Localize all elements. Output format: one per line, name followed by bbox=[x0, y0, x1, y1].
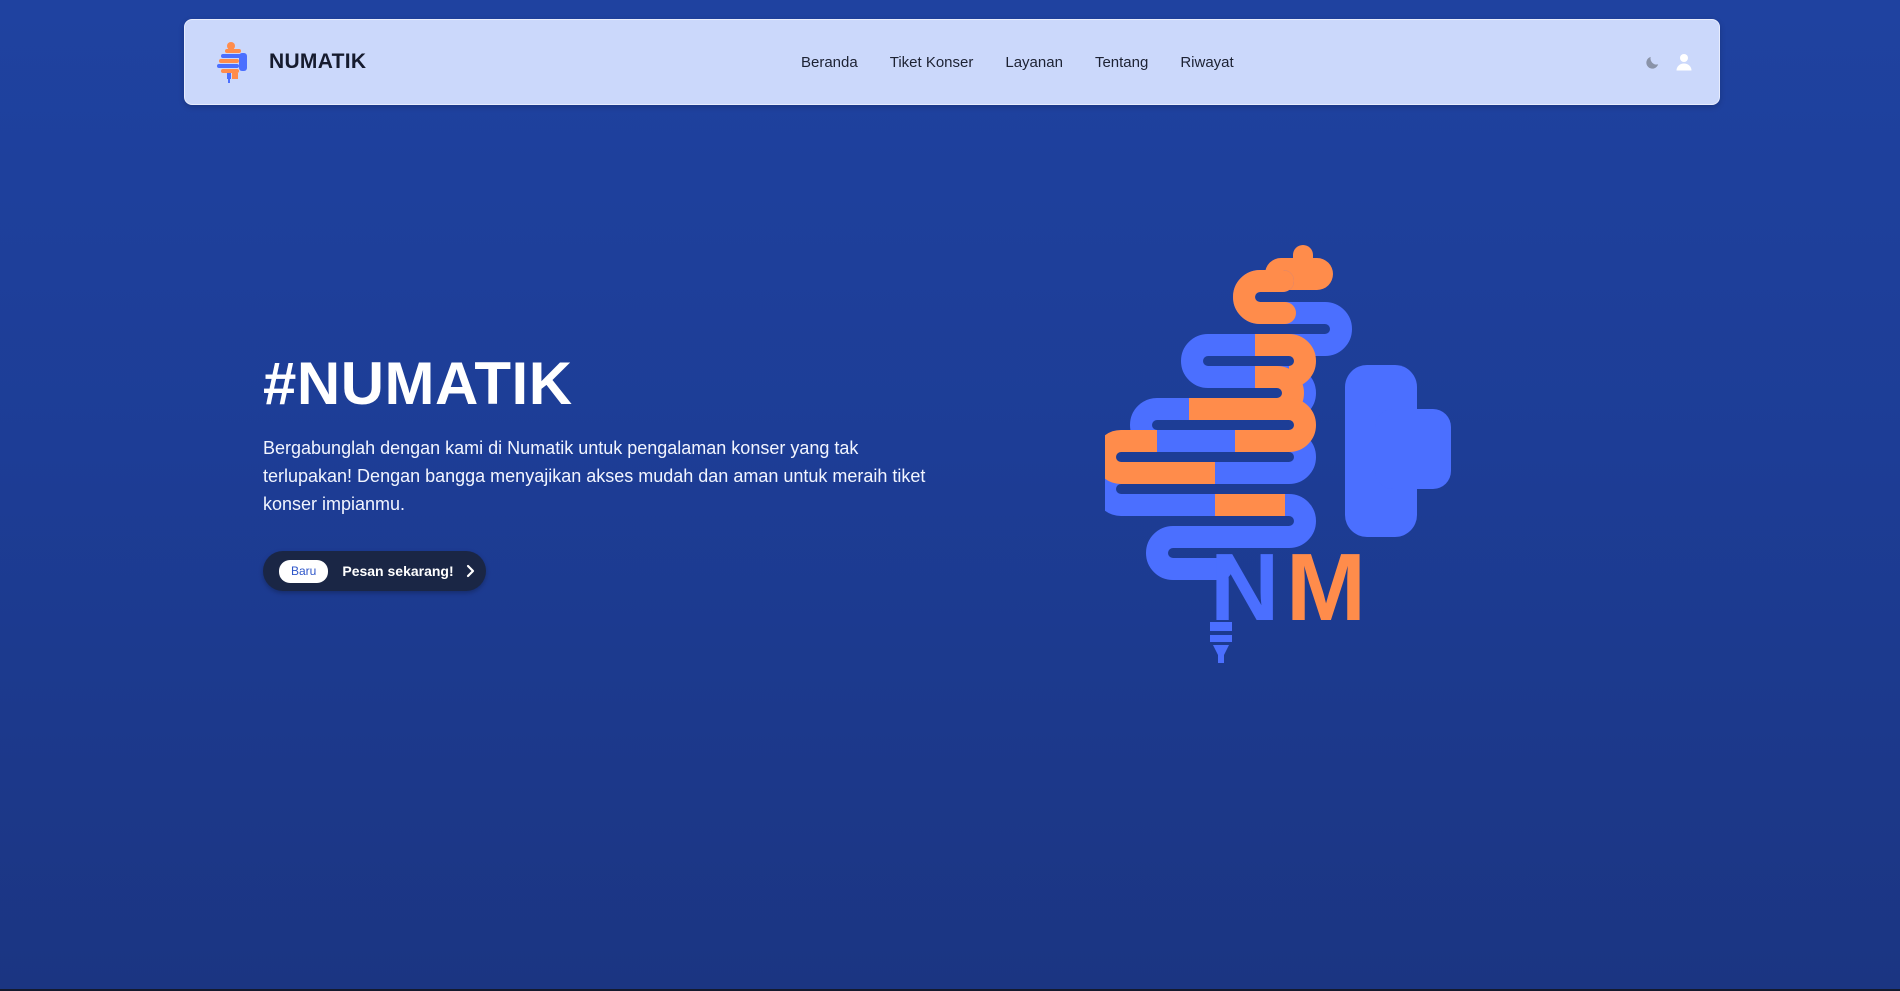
top-navbar: NUMATIK Beranda Tiket Konser Layanan Ten… bbox=[184, 19, 1720, 105]
order-now-label: Pesan sekarang! bbox=[342, 563, 454, 579]
nav-link-riwayat[interactable]: Riwayat bbox=[1180, 54, 1233, 71]
nav-actions bbox=[1643, 20, 1693, 104]
nav-link-tiket-konser[interactable]: Tiket Konser bbox=[890, 54, 974, 71]
brand-name: NUMATIK bbox=[269, 50, 367, 73]
moon-icon bbox=[1645, 56, 1658, 69]
chevron-right-icon bbox=[466, 564, 474, 578]
main-nav: Beranda Tiket Konser Layanan Tentang Riw… bbox=[801, 20, 1234, 104]
new-badge: Baru bbox=[279, 559, 329, 583]
numatik-logo-icon bbox=[217, 42, 247, 83]
user-icon bbox=[1676, 54, 1692, 71]
nav-link-layanan[interactable]: Layanan bbox=[1005, 54, 1063, 71]
svg-text:M: M bbox=[1286, 534, 1366, 641]
order-now-button[interactable]: Baru Pesan sekarang! bbox=[263, 551, 486, 591]
theme-toggle-button[interactable] bbox=[1643, 53, 1661, 71]
nav-link-tentang[interactable]: Tentang bbox=[1095, 54, 1148, 71]
hero-description: Bergabunglah dengan kami di Numatik untu… bbox=[263, 438, 926, 514]
nav-link-beranda[interactable]: Beranda bbox=[801, 54, 858, 71]
brand[interactable]: NUMATIK bbox=[213, 40, 366, 84]
hero-title: #NUMATIK bbox=[263, 350, 573, 417]
numatik-mascot-illustration: N M bbox=[1105, 245, 1451, 663]
user-account-button[interactable] bbox=[1675, 53, 1693, 71]
